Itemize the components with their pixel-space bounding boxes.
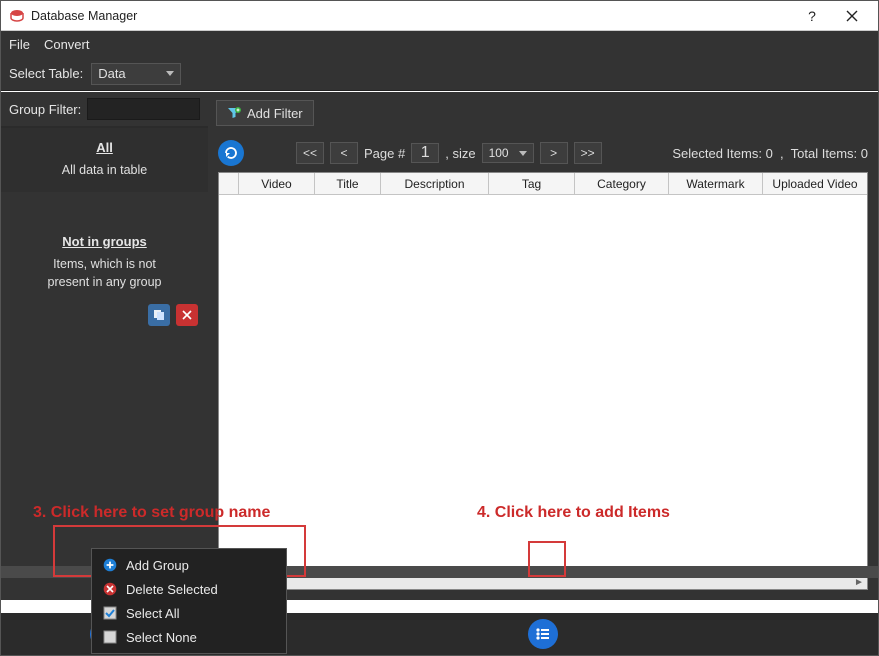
copy-group-button[interactable]: [148, 304, 170, 326]
page-size-dropdown[interactable]: 100: [482, 143, 534, 163]
page-label: Page #: [364, 146, 405, 161]
select-table-bar: Select Table: Data: [1, 57, 878, 91]
close-button[interactable]: [832, 2, 872, 30]
main: Add Filter << < Page # 1 , size 100 > >>: [208, 92, 878, 600]
plus-circle-icon: [102, 557, 118, 573]
checkbox-empty-icon: [102, 629, 118, 645]
first-page-button[interactable]: <<: [296, 142, 324, 164]
context-select-none[interactable]: Select None: [92, 625, 286, 649]
context-delete-selected-label: Delete Selected: [126, 582, 218, 597]
group-all-desc: All data in table: [62, 163, 147, 177]
prev-page-button[interactable]: <: [330, 142, 358, 164]
group-not-desc2: present in any group: [48, 275, 162, 289]
context-select-all-label: Select All: [126, 606, 179, 621]
table-header: Video Title Description Tag Category Wat…: [219, 173, 867, 195]
col-category[interactable]: Category: [575, 173, 669, 195]
col-video[interactable]: Video: [239, 173, 315, 195]
chevron-down-icon: [519, 151, 527, 156]
col-uploaded-video[interactable]: Uploaded Video: [763, 173, 867, 195]
context-select-none-label: Select None: [126, 630, 197, 645]
menubar: File Convert: [1, 31, 878, 57]
menu-convert[interactable]: Convert: [44, 37, 90, 52]
context-select-all[interactable]: Select All: [92, 601, 286, 625]
col-watermark[interactable]: Watermark: [669, 173, 763, 195]
group-all-card[interactable]: All All data in table: [1, 128, 208, 192]
col-title[interactable]: Title: [315, 173, 381, 195]
checkbox-checked-icon: [102, 605, 118, 621]
group-filter-row: Group Filter:: [1, 92, 208, 126]
annotation-box-4: [528, 541, 566, 577]
context-menu: Add Group Delete Selected Select All Sel…: [91, 548, 287, 654]
status-text: Selected Items: 0 , Total Items: 0: [672, 146, 868, 161]
group-not-card[interactable]: Not in groups Items, which is not presen…: [1, 222, 208, 304]
group-filter-label: Group Filter:: [9, 102, 81, 117]
body: Group Filter: All All data in table Not …: [1, 92, 878, 600]
window-title: Database Manager: [31, 9, 792, 23]
page-size-value: 100: [489, 146, 509, 160]
group-filter-input[interactable]: [87, 98, 200, 120]
item-menu-button[interactable]: [528, 619, 558, 649]
help-button[interactable]: ?: [792, 2, 832, 30]
add-filter-button[interactable]: Add Filter: [216, 100, 314, 126]
table-dropdown[interactable]: Data: [91, 63, 181, 85]
filter-bar: Add Filter: [208, 92, 878, 134]
footer-right: [208, 613, 878, 655]
delete-group-button[interactable]: [176, 304, 198, 326]
col-description[interactable]: Description: [381, 173, 489, 195]
page-number-input[interactable]: 1: [411, 143, 439, 163]
context-delete-selected[interactable]: Delete Selected: [92, 577, 286, 601]
group-not-title: Not in groups: [9, 234, 200, 249]
funnel-icon: [227, 106, 241, 120]
context-add-group-label: Add Group: [126, 558, 189, 573]
app-icon: [9, 8, 25, 24]
database-manager-window: Database Manager ? File Convert Select T…: [0, 0, 879, 656]
select-table-label: Select Table:: [9, 66, 83, 81]
group-all-title: All: [9, 140, 200, 155]
group-not-actions: [1, 304, 208, 334]
next-page-button[interactable]: >: [540, 142, 568, 164]
pager-bar: << < Page # 1 , size 100 > >> Selected I…: [208, 134, 878, 172]
context-add-group[interactable]: Add Group: [92, 553, 286, 577]
menu-file[interactable]: File: [9, 37, 30, 52]
data-table: Video Title Description Tag Category Wat…: [218, 172, 868, 590]
refresh-button[interactable]: [218, 140, 244, 166]
annotation-step3: 3. Click here to set group name: [33, 504, 270, 522]
row-selector-header[interactable]: [219, 173, 239, 195]
add-filter-label: Add Filter: [247, 106, 303, 121]
col-tag[interactable]: Tag: [489, 173, 575, 195]
delete-circle-icon: [102, 581, 118, 597]
titlebar: Database Manager ?: [1, 1, 878, 31]
last-page-button[interactable]: >>: [574, 142, 602, 164]
sidebar: Group Filter: All All data in table Not …: [1, 92, 208, 600]
chevron-down-icon: [166, 71, 174, 76]
annotation-step4: 4. Click here to add Items: [477, 504, 670, 522]
group-not-desc1: Items, which is not: [53, 257, 156, 271]
size-label: , size: [445, 146, 475, 161]
table-dropdown-value: Data: [98, 66, 125, 81]
